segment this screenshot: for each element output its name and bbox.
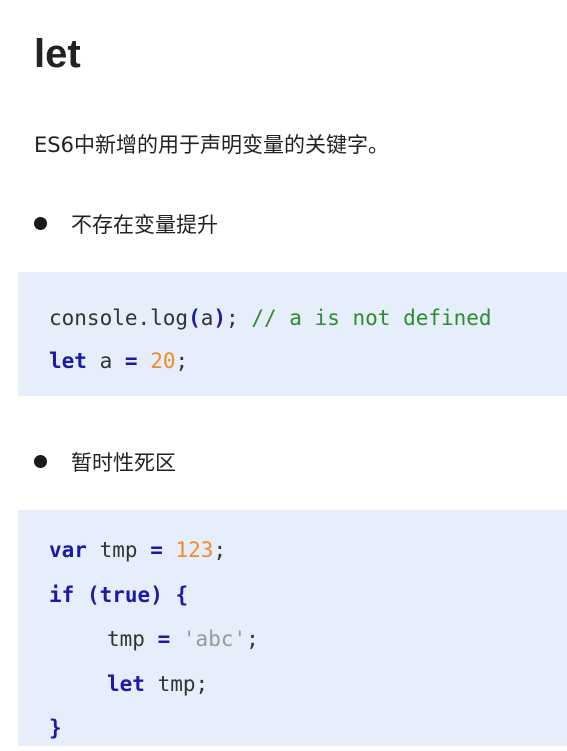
code-token: = [150,538,163,562]
code-keyword: if [49,582,75,607]
code-line: var tmp = 123; [49,528,567,573]
intro-text: ES6中新增的用于声明变量的关键字。 [34,133,389,157]
bullet-label: 不存在变量提升 [71,213,218,237]
code-line: console.log(a); // a is not defined [49,297,567,340]
code-token: console.log [49,306,189,330]
code-token: ; [175,349,189,373]
code-line: if (true) { [49,573,567,618]
code-line: } [49,706,567,751]
code-keyword: true [99,582,151,607]
code-token: ) [150,582,163,607]
page-title: let [34,32,81,76]
code-token: ; [213,538,227,562]
code-token: ( [86,582,100,607]
code-token: = [124,349,138,373]
code-block-hoisting: console.log(a); // a is not defined let … [18,272,567,396]
code-string: 'abc' [182,627,247,651]
code-token: = [157,627,171,651]
code-keyword: let [107,671,145,696]
code-token: tmp [99,538,138,562]
code-token: { [175,582,189,607]
bullet-label: 暂时性死区 [71,451,176,475]
code-token: } [49,716,62,740]
bullet-no-hoisting: 不存在变量提升 [34,209,218,241]
code-number: 20 [150,349,176,373]
code-line: let tmp; [49,662,567,707]
code-token: a [200,306,214,330]
code-token: ; [246,627,259,651]
code-line: tmp = 'abc'; [49,617,567,662]
code-token: ; [226,306,239,330]
bullet-temporal-dead-zone: 暂时性死区 [34,447,176,479]
code-keyword: var [49,538,87,562]
bullet-dot-icon [34,217,47,230]
code-token: ( [188,306,201,330]
code-token: tmp [107,627,145,651]
code-block-tdz: var tmp = 123; if (true) { tmp = 'abc'; … [18,510,567,746]
code-keyword: let [49,349,87,373]
bullet-dot-icon [34,455,47,468]
code-comment: // a is not defined [251,306,492,330]
code-token: tmp [157,671,196,696]
code-line: let a = 20; [49,340,567,383]
code-token: ; [195,671,209,696]
code-token: a [99,349,113,373]
code-token: ) [213,306,227,330]
code-number: 123 [175,538,214,562]
